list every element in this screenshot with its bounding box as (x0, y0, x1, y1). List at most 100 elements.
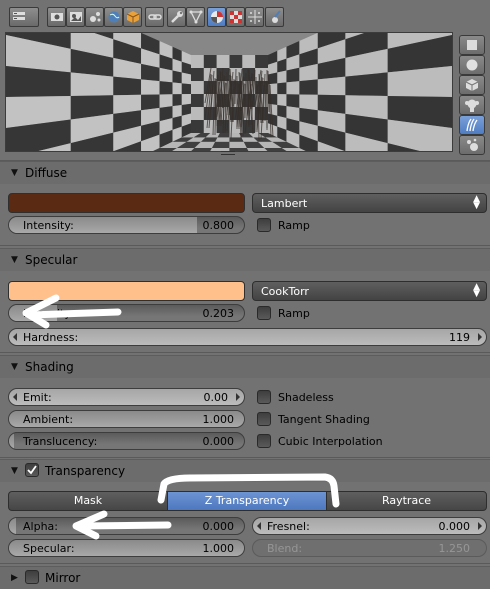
transparency-panel-header[interactable]: ▼ Transparency (0, 459, 490, 482)
transparency-alpha-slider[interactable]: Alpha: 0.000 (8, 517, 245, 535)
transparency-specular-slider[interactable]: Specular: 1.000 (8, 539, 245, 557)
tangent-shading-label: Tangent Shading (278, 413, 370, 426)
tab-constraints[interactable] (145, 7, 164, 27)
tab-render[interactable] (47, 7, 66, 27)
sphere-preview-icon (466, 59, 478, 71)
tab-texture[interactable] (226, 7, 245, 27)
decrement-arrow-icon[interactable] (257, 522, 261, 530)
transparency-alpha-value: 0.000 (202, 520, 235, 533)
render-icon (51, 13, 63, 21)
tab-particles[interactable] (245, 7, 264, 27)
transparency-panel-title: Transparency (45, 464, 126, 478)
diffuse-intensity-slider[interactable]: Intensity: 0.800 (8, 216, 245, 234)
diffuse-shader-dropdown[interactable]: Lambert ▲ ▼ (252, 193, 487, 213)
wrench-icon (171, 11, 183, 23)
specular-hardness-label: Hardness: (23, 331, 79, 344)
increment-arrow-icon[interactable] (236, 393, 240, 401)
diffuse-panel-title: Diffuse (25, 166, 68, 180)
transparency-enable-checkbox[interactable] (25, 463, 39, 477)
expand-triangle-icon: ▶ (11, 573, 18, 583)
transparency-mode-z-transparency[interactable]: Z Transparency (167, 491, 327, 511)
material-preview (5, 32, 453, 152)
preview-cube-button[interactable] (459, 75, 485, 95)
diffuse-color-swatch[interactable] (8, 193, 245, 213)
transparency-mode-mask[interactable]: Mask (8, 491, 168, 511)
shading-translucency-label: Translucency: (23, 435, 98, 448)
cubic-interpolation-checkbox[interactable] (257, 434, 271, 448)
preview-hair-button[interactable] (459, 115, 485, 135)
shadeless-checkbox[interactable] (257, 390, 271, 404)
hair-preview-icon (466, 118, 478, 132)
transparency-fresnel-label: Fresnel: (267, 520, 310, 533)
physics-icon (272, 10, 281, 23)
slider-fill (9, 518, 17, 534)
tab-physics[interactable] (265, 7, 284, 27)
shading-ambient-slider[interactable]: Ambient: 1.000 (8, 410, 245, 428)
mesh-data-icon (189, 10, 203, 24)
mirror-enable-checkbox[interactable] (25, 570, 39, 584)
diffuse-intensity-label: Intensity: (23, 219, 74, 232)
shading-translucency-value: 0.000 (202, 435, 235, 448)
flat-preview-icon (467, 40, 477, 50)
tab-world[interactable] (85, 7, 104, 27)
diffuse-ramp-checkbox[interactable] (257, 218, 271, 232)
transparency-blend-field: Blend: 1.250 (252, 539, 487, 557)
tab-object-data[interactable] (186, 7, 205, 27)
specular-shader-dropdown[interactable]: CookTorr ▲ ▼ (252, 281, 487, 301)
specular-panel-title: Specular (25, 253, 78, 267)
sphere-sky-preview-icon (467, 138, 478, 151)
preview-flat-button[interactable] (459, 35, 485, 55)
specular-color-swatch[interactable] (8, 281, 245, 301)
globe-icon (108, 11, 120, 23)
scene-icon (70, 12, 82, 22)
cubic-interpolation-label: Cubic Interpolation (278, 435, 383, 448)
object-icon (126, 11, 140, 23)
tab-object[interactable] (123, 7, 142, 27)
specular-hardness-field[interactable]: Hardness: 119 (8, 328, 487, 346)
specular-ramp-checkbox[interactable] (257, 306, 271, 320)
decrement-arrow-icon[interactable] (13, 393, 17, 401)
shading-ambient-label: Ambient: (23, 413, 74, 426)
preview-resize-grip[interactable] (221, 146, 235, 155)
panel-separator (0, 245, 490, 246)
diffuse-panel-header[interactable]: ▼ Diffuse (0, 161, 490, 184)
editor-type-selector[interactable] (9, 7, 39, 27)
tab-modifiers[interactable] (167, 7, 186, 27)
transparency-mode-raytrace[interactable]: Raytrace (326, 491, 487, 511)
specular-ramp-label: Ramp (278, 307, 310, 320)
shading-translucency-slider[interactable]: Translucency: 0.000 (8, 432, 245, 450)
specular-shader-label: CookTorr (261, 285, 309, 298)
shading-ambient-value: 1.000 (202, 413, 235, 426)
constraints-icon (148, 14, 162, 20)
specular-intensity-value: 0.203 (202, 307, 235, 320)
mirror-panel-header[interactable]: ▶ Mirror (0, 566, 490, 589)
dropdown-arrows-icon: ▲ ▼ (473, 282, 480, 299)
tab-scene[interactable] (66, 7, 85, 27)
preview-monkey-button[interactable] (459, 95, 485, 115)
specular-intensity-label: Intensity: (23, 307, 74, 320)
specular-panel-header[interactable]: ▼ Specular (0, 248, 490, 271)
increment-arrow-icon[interactable] (478, 522, 482, 530)
transparency-specular-value: 1.000 (202, 542, 235, 555)
collapse-triangle-icon: ▼ (11, 168, 18, 178)
transparency-specular-label: Specular: (23, 542, 75, 555)
shading-emit-field[interactable]: Emit: 0.00 (8, 388, 245, 406)
tangent-shading-checkbox[interactable] (257, 412, 271, 426)
decrement-arrow-icon[interactable] (13, 333, 17, 341)
shading-panel-header[interactable]: ▼ Shading (0, 355, 490, 378)
cube-preview-icon (465, 79, 479, 91)
transparency-fresnel-field[interactable]: Fresnel: 0.000 (252, 517, 487, 535)
preview-sphere-sky-button[interactable] (459, 135, 485, 155)
panel-separator (0, 563, 490, 564)
particles-icon (248, 10, 262, 24)
preview-sphere-button[interactable] (459, 55, 485, 75)
monkey-preview-icon (465, 99, 479, 112)
tab-material[interactable] (207, 7, 226, 27)
checkmark-icon (27, 465, 37, 475)
grip-icon (221, 151, 235, 155)
increment-arrow-icon[interactable] (478, 333, 482, 341)
specular-intensity-slider[interactable]: Intensity: 0.203 (8, 304, 245, 322)
mirror-panel-title: Mirror (45, 571, 81, 585)
tab-world-globe[interactable] (104, 7, 123, 27)
checkerboard-room-preview (6, 33, 452, 151)
